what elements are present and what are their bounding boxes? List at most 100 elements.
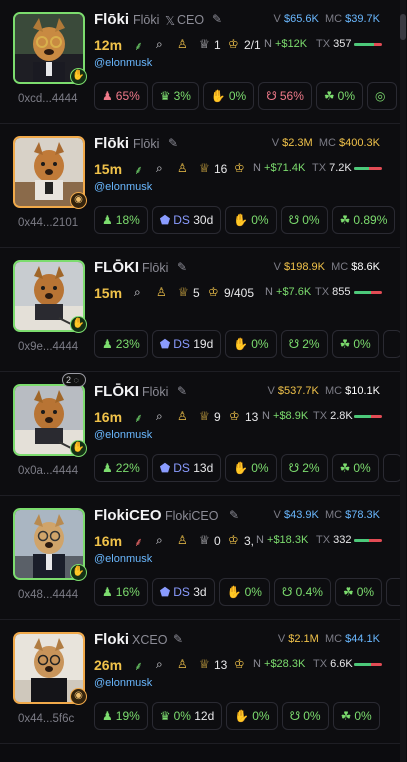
search-icon[interactable]: ⌕ <box>156 657 163 672</box>
snipers-chip[interactable]: ☘ 0.89% <box>331 206 396 234</box>
insiders-chip[interactable]: ✋ 0% <box>225 454 277 482</box>
bundle-chip[interactable]: ☋ 2% <box>280 330 328 358</box>
token-subtitle: Flōki <box>142 385 169 399</box>
snipers-chip[interactable]: ☘ 0% <box>315 82 364 110</box>
token-address[interactable]: 0x48...4444 <box>18 589 82 601</box>
scroll-thumb[interactable] <box>400 14 406 40</box>
search-icon[interactable]: ⌕ <box>156 533 163 548</box>
market-cap-value: $400.3K <box>339 137 380 149</box>
tx-ratio-bar <box>354 415 382 418</box>
edit-icon[interactable]: ✎ <box>173 632 183 646</box>
target-chip[interactable]: ◎ <box>367 82 397 110</box>
token-address[interactable]: 0x44...5f6c <box>18 713 82 725</box>
top10-chip[interactable]: ♟ 23% <box>94 330 148 358</box>
dex-paid-chip[interactable]: ⬟ DS 13d <box>151 454 222 482</box>
token-subtitle: Flōki <box>133 137 160 151</box>
edit-icon[interactable]: ✎ <box>212 12 222 26</box>
twitter-handle[interactable]: @elonmusk <box>94 553 152 565</box>
token-address[interactable]: 0x9e...4444 <box>18 341 82 353</box>
tx-count: TX 332 <box>316 534 352 546</box>
token-subtitle: Flōki <box>133 13 160 27</box>
top10-chip[interactable]: ♟ 22% <box>94 454 148 482</box>
twitter-handle[interactable]: @elonmusk <box>94 429 152 441</box>
image-count-badge: 2 ◌ <box>62 373 86 387</box>
edit-icon[interactable]: ✎ <box>168 136 178 150</box>
token-address[interactable]: 0x44...2101 <box>18 217 82 229</box>
top10-chip[interactable]: ♟ 19% <box>94 702 148 730</box>
token-name[interactable]: FLŌKI <box>94 383 139 400</box>
crown-icon: ♔ <box>229 409 240 423</box>
search-icon[interactable]: ⌕ <box>156 161 163 176</box>
top10-chip[interactable]: ♟ 65% <box>94 82 148 110</box>
bundle-chip[interactable]: ☋ 0% <box>281 702 329 730</box>
market-stats: V $2.3M MC $400.3K <box>271 137 380 149</box>
edit-icon[interactable]: ✎ <box>177 384 187 398</box>
edit-icon[interactable]: ✎ <box>177 260 187 274</box>
token-name[interactable]: FlokiCEO <box>94 507 162 524</box>
token-card[interactable]: ✋ 0xcd...4444 Flōki Flōki 𝕏 CEO ✎ V $65.… <box>0 0 400 124</box>
dex-paid-chip[interactable]: ⬟ DS 3d <box>151 578 215 606</box>
dex-paid-chip[interactable]: ⬟ DS 30d <box>151 206 222 234</box>
bundle-chip[interactable]: ☋ 56% <box>258 82 312 110</box>
snipers-chip[interactable]: ☘ 0% <box>331 454 379 482</box>
plant-icon: ☘ <box>339 461 351 475</box>
insiders-chip[interactable]: ✋ 0% <box>218 578 270 606</box>
token-subtitle: FlokiCEO <box>165 509 219 523</box>
holders-count: 0 <box>214 534 221 548</box>
search-icon[interactable]: ⌕ <box>156 37 163 52</box>
user-icon: ♙ <box>177 533 188 547</box>
volume-value: $2.3M <box>282 137 313 149</box>
twitter-handle[interactable]: @elonmusk <box>94 57 152 69</box>
holders-count: 13 <box>214 658 228 672</box>
chip-row: ♟ 16% ⬟ DS 3d ✋ 0% ☋ 0.4% ☘ 0% <box>94 578 400 606</box>
tx-buy-fill <box>354 663 371 666</box>
scrollbar[interactable] <box>400 0 406 762</box>
crown-value: 2/1 <box>244 38 261 52</box>
leaf-icon: ⸙ <box>134 39 144 53</box>
snipers-chip[interactable]: ☘ 0% <box>331 330 379 358</box>
search-icon[interactable]: ⌕ <box>134 285 141 300</box>
dex-paid-chip[interactable]: ⬟ DS 19d <box>151 330 222 358</box>
twitter-handle[interactable]: @elonmusk <box>94 677 152 689</box>
insiders-chip[interactable]: ✋ 0% <box>202 82 255 110</box>
token-address[interactable]: 0xcd...4444 <box>18 93 82 105</box>
token-card[interactable]: ◉ 0x44...5f6c Floki XCEO ✎ V $2.1M MC $4… <box>0 620 400 744</box>
ghost-icon: ☋ <box>281 585 293 599</box>
market-stats: V $2.1M MC $44.1K <box>277 633 380 645</box>
extra-chip[interactable] <box>382 454 400 482</box>
token-name[interactable]: Flōki <box>94 135 129 152</box>
edit-icon[interactable]: ✎ <box>229 508 239 522</box>
hand-icon: ✋ <box>226 585 242 599</box>
token-card[interactable]: ✋ 0x48...4444 FlokiCEO FlokiCEO ✎ V $43.… <box>0 496 400 620</box>
top10-chip[interactable]: ♟ 16% <box>94 578 148 606</box>
token-name[interactable]: FLŌKI <box>94 259 139 276</box>
insiders-chip[interactable]: ✋ 0% <box>225 206 277 234</box>
bundle-chip[interactable]: ☋ 0.4% <box>273 578 331 606</box>
token-address[interactable]: 0x0a...4444 <box>18 465 82 477</box>
tx-count: TX 6.6K <box>313 658 353 670</box>
twitter-handle[interactable]: @elonmusk <box>94 181 152 193</box>
token-name[interactable]: Floki <box>94 631 129 648</box>
trophy-icon: ♕ <box>199 409 210 423</box>
dev-chip[interactable]: ♛ 3% <box>151 82 199 110</box>
token-card[interactable]: ✋ 0x9e...4444 FLŌKI Flōki ✎ V $198.9K MC… <box>0 248 400 372</box>
snipers-chip[interactable]: ☘ 0% <box>334 578 383 606</box>
top10-chip[interactable]: ♟ 18% <box>94 206 148 234</box>
user-icon: ♟ <box>102 709 113 723</box>
insiders-chip[interactable]: ✋ 0% <box>225 330 277 358</box>
market-cap-value: $39.7K <box>345 13 380 25</box>
bundle-chip[interactable]: ☋ 0% <box>280 206 328 234</box>
insiders-chip[interactable]: ✋ 0% <box>226 702 278 730</box>
bundle-chip[interactable]: ☋ 2% <box>280 454 328 482</box>
token-age: 16m <box>94 409 123 425</box>
token-card[interactable]: ◉ 0x44...2101 Flōki Flōki ✎ V $2.3M MC $… <box>0 124 400 248</box>
dev-chip[interactable]: ♛ 0% 12d <box>151 702 223 730</box>
search-icon[interactable]: ⌕ <box>156 409 163 424</box>
snipers-chip[interactable]: ☘ 0% <box>332 702 380 730</box>
token-card[interactable]: 2 ◌ ✋ 0x0a...4444 FLŌKI Flōki ✎ V $537.7… <box>0 372 400 496</box>
extra-chip[interactable] <box>386 578 400 606</box>
token-name[interactable]: Flōki <box>94 11 129 28</box>
crown-icon: ♔ <box>234 657 245 671</box>
extra-chip[interactable] <box>382 330 400 358</box>
plant-icon: ☘ <box>340 709 352 723</box>
